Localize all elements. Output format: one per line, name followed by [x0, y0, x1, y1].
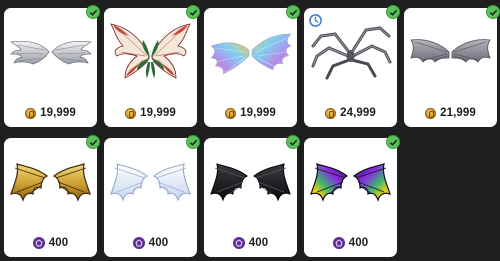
owned-check-icon — [486, 5, 500, 19]
coin-icon — [225, 107, 237, 119]
owned-check-icon — [386, 5, 400, 19]
price-label: 24,999 — [340, 107, 376, 119]
gem-icon — [232, 237, 245, 249]
item-card-spider-leg-wings[interactable]: 24,999 — [304, 5, 400, 127]
price-row: 400 — [4, 235, 97, 251]
item-card-gold-dragon-wings[interactable]: 400 — [4, 135, 100, 257]
item-card-rainbow-feather-wings[interactable]: 19,999 — [204, 5, 300, 127]
gold-dragon-wings-art — [10, 163, 91, 202]
item-card-gray-bat-wings[interactable]: 21,999 — [404, 5, 500, 127]
price-label: 400 — [348, 237, 369, 249]
item-card-angel-wings-silver[interactable]: 19,999 — [4, 5, 100, 127]
owned-check-icon — [286, 5, 300, 19]
price-row: 19,999 — [4, 105, 97, 121]
item-card-white-dragon-wings[interactable]: 400 — [104, 135, 200, 257]
fairy-wings-red-green-art — [110, 23, 191, 79]
owned-check-icon — [386, 135, 400, 149]
coin-icon — [325, 107, 337, 119]
limited-time-clock-icon — [309, 14, 322, 27]
black-dragon-wings-art — [210, 163, 291, 202]
coin-icon — [25, 107, 37, 119]
coin-icon — [125, 107, 137, 119]
item-card-fairy-wings-red-green[interactable]: 19,999 — [104, 5, 200, 127]
coin-icon — [425, 107, 437, 119]
item-card-rainbow-dragon-wings[interactable]: 400 — [304, 135, 400, 257]
owned-check-icon — [86, 135, 100, 149]
owned-check-icon — [186, 5, 200, 19]
price-label: 19,999 — [140, 107, 176, 119]
price-row: 19,999 — [104, 105, 197, 121]
owned-check-icon — [86, 5, 100, 19]
gem-icon — [332, 237, 345, 249]
white-dragon-wings-art — [110, 163, 191, 202]
price-row: 19,999 — [204, 105, 297, 121]
gem-icon — [32, 237, 45, 249]
item-card-black-dragon-wings[interactable]: 400 — [204, 135, 300, 257]
price-row: 400 — [204, 235, 297, 251]
price-label: 19,999 — [240, 107, 276, 119]
price-row: 24,999 — [304, 105, 397, 121]
price-label: 21,999 — [440, 107, 476, 119]
gem-icon — [132, 237, 145, 249]
price-row: 21,999 — [404, 105, 497, 121]
owned-check-icon — [186, 135, 200, 149]
rainbow-feather-wings-art — [210, 33, 292, 75]
price-label: 400 — [48, 237, 69, 249]
price-row: 400 — [104, 235, 197, 251]
rainbow-dragon-wings-art — [310, 163, 391, 202]
price-label: 19,999 — [40, 107, 76, 119]
angel-wings-silver-art — [10, 40, 92, 65]
price-label: 400 — [148, 237, 169, 249]
owned-check-icon — [286, 135, 300, 149]
price-row: 400 — [304, 235, 397, 251]
price-label: 400 — [248, 237, 269, 249]
wings-shop-grid: 19,999 19,999 19,999 24,999 21,999 400 4… — [0, 0, 500, 261]
gray-bat-wings-art — [410, 39, 491, 63]
